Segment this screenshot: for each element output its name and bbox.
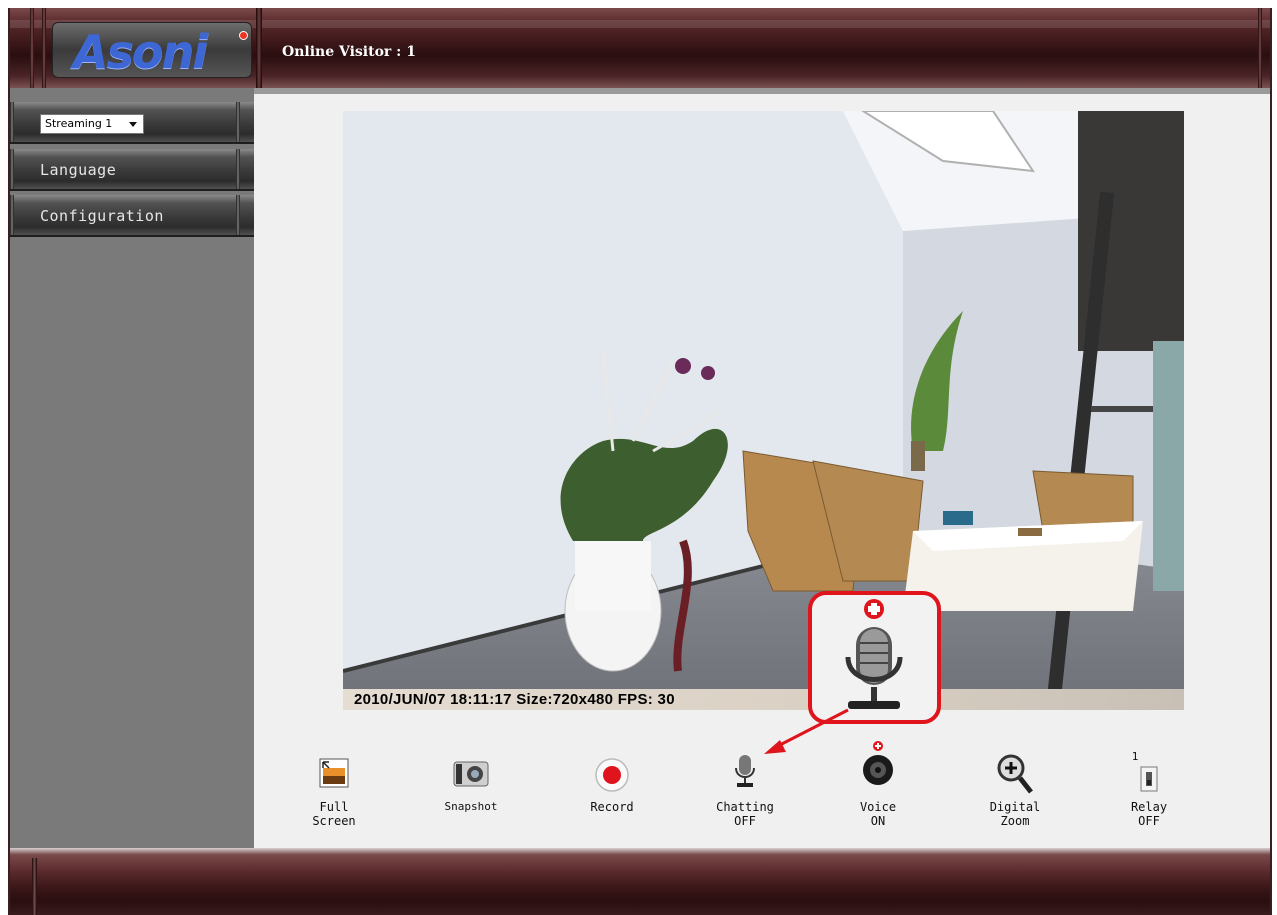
- full-screen-label-1: Full: [319, 800, 349, 814]
- footer-divider: [32, 858, 37, 915]
- logo-text: Asoni: [73, 25, 208, 79]
- sidebar-item-language[interactable]: Language: [10, 149, 254, 191]
- chatting-button[interactable]: Chatting OFF: [710, 754, 780, 838]
- full-screen-icon: [319, 758, 349, 788]
- rail: [10, 195, 14, 235]
- microphone-icon: [845, 599, 903, 709]
- rail: [236, 195, 240, 235]
- digital-zoom-label-1: Digital: [989, 800, 1041, 814]
- rail: [236, 102, 240, 142]
- voice-label-2: ON: [870, 814, 886, 828]
- microphone-icon: [735, 755, 755, 787]
- sidebar-item-configuration[interactable]: Configuration: [10, 195, 254, 237]
- zoom-in-icon: [997, 754, 1033, 794]
- sidebar-item-streaming: Streaming 1: [10, 102, 254, 144]
- record-label: Record: [590, 800, 634, 814]
- digital-zoom-label-2: Zoom: [1000, 814, 1030, 828]
- header-divider: [1258, 8, 1262, 88]
- header-divider: [30, 8, 34, 88]
- relay-button[interactable]: 1 Relay OFF: [1124, 750, 1174, 838]
- camera-icon: [453, 761, 489, 787]
- camera-image: [343, 111, 1184, 709]
- header-divider: [256, 8, 262, 88]
- full-screen-label-2: Screen: [312, 814, 356, 828]
- streaming-select[interactable]: Streaming 1: [40, 114, 144, 134]
- footer-bar: [10, 848, 1270, 915]
- logo[interactable]: Asoni: [52, 22, 252, 79]
- voice-label-1: Voice: [859, 800, 897, 814]
- chatting-label-1: Chatting: [716, 800, 774, 814]
- full-screen-button[interactable]: Full Screen: [306, 758, 362, 838]
- header-bar: Asoni Online Visitor : 1: [10, 8, 1270, 88]
- logo-dot-icon: [239, 31, 248, 40]
- rail: [10, 149, 14, 189]
- rail: [236, 149, 240, 189]
- microphone-callout: [808, 591, 941, 724]
- relay-label-2: OFF: [1138, 814, 1160, 828]
- snapshot-button[interactable]: Snapshot: [438, 758, 504, 838]
- snapshot-label: Snapshot: [444, 800, 498, 813]
- sidebar-item-label: Language: [40, 161, 117, 179]
- voice-button[interactable]: Voice ON: [850, 740, 906, 838]
- app-frame: Asoni Online Visitor : 1 Streaming 1 Lan…: [8, 8, 1272, 915]
- record-icon: [595, 758, 629, 792]
- chevron-down-icon: [129, 122, 137, 127]
- sidebar: Streaming 1 Language Configuration: [10, 88, 254, 848]
- rail: [10, 102, 14, 142]
- video-feed[interactable]: [343, 111, 1184, 709]
- video-overlay-text: 2010/JUN/07 18:11:17 Size:720x480 FPS: 3…: [354, 691, 675, 708]
- chatting-label-2: OFF: [734, 814, 756, 828]
- header-divider: [42, 8, 46, 88]
- switch-icon: [1140, 766, 1158, 792]
- relay-label-1: Relay: [1130, 800, 1168, 814]
- speaker-icon: [863, 741, 893, 785]
- streaming-select-value: Streaming 1: [45, 117, 113, 130]
- sidebar-item-label: Configuration: [40, 207, 164, 225]
- callout-arrow: [764, 708, 849, 754]
- relay-index: 1: [1131, 750, 1139, 763]
- digital-zoom-button[interactable]: Digital Zoom: [984, 754, 1046, 838]
- online-visitor-count: Online Visitor : 1: [282, 44, 416, 60]
- record-button[interactable]: Record: [584, 758, 640, 838]
